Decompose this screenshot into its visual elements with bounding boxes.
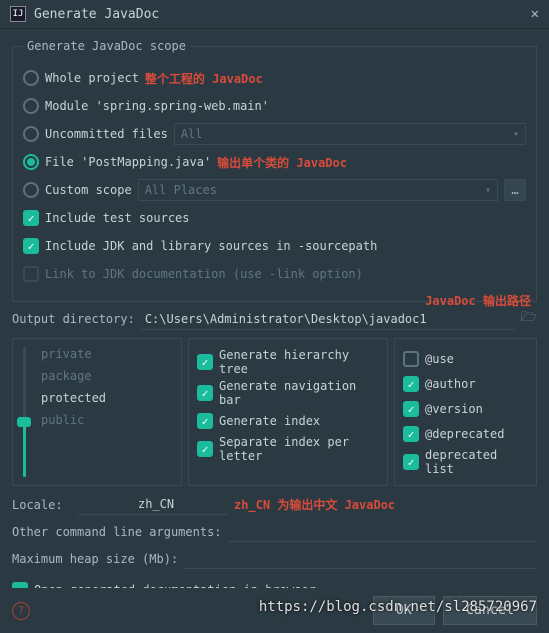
chevron-down-icon: ▾: [485, 185, 491, 196]
app-icon: IJ: [10, 6, 26, 22]
label-module: Module 'spring.spring-web.main': [45, 99, 269, 113]
checkbox-include-jdk[interactable]: [23, 238, 39, 254]
checkbox-link-jdk: [23, 266, 39, 282]
label-uncommitted: Uncommitted files: [45, 127, 168, 141]
radio-uncommitted[interactable]: [23, 126, 39, 142]
vis-package: package: [19, 365, 175, 387]
checkbox-index[interactable]: [197, 413, 213, 429]
scope-legend: Generate JavaDoc scope: [23, 39, 190, 53]
radio-file[interactable]: [23, 154, 39, 170]
annotation-whole-project: 整个工程的 JavaDoc: [145, 70, 263, 87]
folder-icon[interactable]: 🗁: [521, 308, 537, 330]
radio-custom[interactable]: [23, 182, 39, 198]
checkbox-use[interactable]: [403, 351, 419, 367]
label-version: @version: [425, 402, 483, 416]
chevron-down-icon: ▾: [513, 129, 519, 140]
visibility-slider[interactable]: private package protected public: [12, 338, 182, 486]
radio-module[interactable]: [23, 98, 39, 114]
label-sep-index: Separate index per letter: [219, 435, 379, 463]
title-bar: IJ Generate JavaDoc ✕: [0, 0, 549, 29]
vis-private: private: [19, 343, 175, 365]
radio-whole-project[interactable]: [23, 70, 39, 86]
checkbox-sep-index[interactable]: [197, 441, 213, 457]
label-output-dir: Output directory:: [12, 312, 135, 326]
annotation-locale: zh_CN 为输出中文 JavaDoc: [234, 496, 395, 513]
cancel-button[interactable]: Cancel: [443, 596, 537, 625]
label-other-args: Other command line arguments:: [12, 525, 222, 539]
ok-button[interactable]: OK: [373, 596, 435, 625]
label-use: @use: [425, 352, 454, 366]
checkbox-hierarchy[interactable]: [197, 354, 213, 370]
close-icon[interactable]: ✕: [531, 6, 539, 22]
help-icon[interactable]: ?: [12, 602, 30, 620]
dropdown-custom[interactable]: All Places ▾: [138, 179, 498, 201]
label-index: Generate index: [219, 414, 320, 428]
label-file: File 'PostMapping.java': [45, 155, 211, 169]
output-directory-field[interactable]: [141, 309, 515, 330]
label-whole-project: Whole project: [45, 71, 139, 85]
label-author: @author: [425, 377, 476, 391]
checkbox-author[interactable]: [403, 376, 419, 392]
dropdown-uncommitted-value: All: [181, 127, 203, 141]
checkbox-navbar[interactable]: [197, 385, 213, 401]
label-hierarchy: Generate hierarchy tree: [219, 348, 379, 376]
heap-size-field[interactable]: [184, 548, 537, 569]
footer: ? OK Cancel: [0, 588, 549, 633]
label-custom: Custom scope: [45, 183, 132, 197]
generate-options: Generate hierarchy tree Generate navigat…: [188, 338, 388, 486]
slider-fill: [23, 419, 26, 477]
checkbox-deprecated-list[interactable]: [403, 454, 419, 470]
dropdown-custom-value: All Places: [145, 183, 217, 197]
vis-protected: protected: [19, 387, 175, 409]
label-include-jdk: Include JDK and library sources in -sour…: [45, 239, 377, 253]
label-deprecated: @deprecated: [425, 427, 504, 441]
other-args-field[interactable]: [228, 521, 537, 542]
checkbox-include-test[interactable]: [23, 210, 39, 226]
checkbox-version[interactable]: [403, 401, 419, 417]
checkbox-deprecated[interactable]: [403, 426, 419, 442]
label-link-jdk: Link to JDK documentation (use -link opt…: [45, 267, 363, 281]
annotation-file: 输出单个类的 JavaDoc: [217, 154, 347, 171]
vis-public: public: [19, 409, 175, 431]
label-locale: Locale:: [12, 498, 72, 512]
dialog-title: Generate JavaDoc: [34, 7, 531, 22]
tag-options: @use @author @version @deprecated deprec…: [394, 338, 537, 486]
slider-thumb[interactable]: [17, 417, 31, 427]
browse-scope-button[interactable]: …: [504, 179, 526, 201]
label-navbar: Generate navigation bar: [219, 379, 379, 407]
label-deprecated-list: deprecated list: [425, 448, 528, 476]
label-heap: Maximum heap size (Mb):: [12, 552, 178, 566]
locale-field[interactable]: [78, 494, 228, 515]
label-include-test: Include test sources: [45, 211, 190, 225]
scope-fieldset: Generate JavaDoc scope Whole project 整个工…: [12, 39, 537, 302]
dropdown-uncommitted[interactable]: All ▾: [174, 123, 526, 145]
